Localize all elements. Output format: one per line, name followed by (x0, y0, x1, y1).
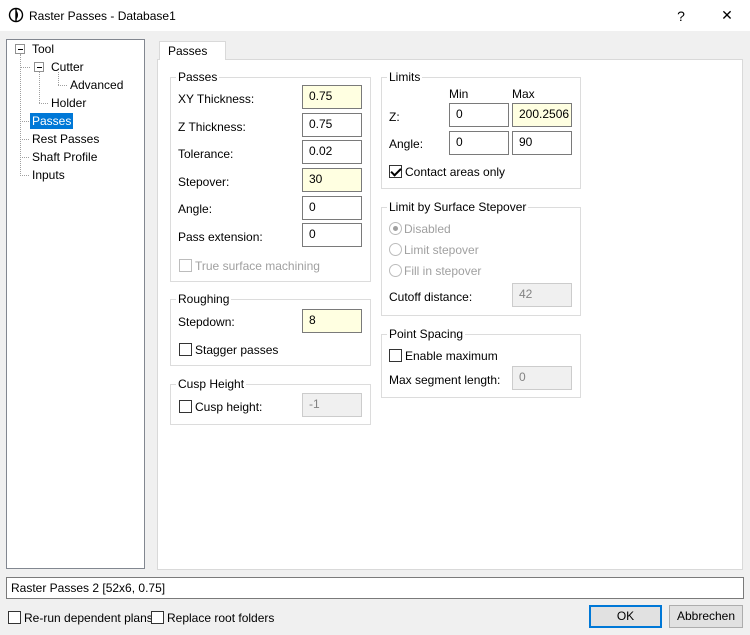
z-min-input[interactable]: 0 (449, 103, 509, 127)
tree-item-passes[interactable]: Passes (30, 113, 74, 129)
fill-stepover-label: Fill in stepover (404, 264, 482, 278)
cutoff-distance-label: Cutoff distance: (389, 290, 473, 304)
z-limit-label: Z: (389, 110, 400, 124)
tool-collapse-icon[interactable] (15, 44, 25, 54)
limit-stepover-radio[interactable] (389, 243, 402, 256)
tree-item-inputs[interactable]: Inputs (32, 168, 65, 182)
tree-line (20, 139, 29, 140)
z-thickness-input[interactable]: 0.75 (302, 113, 362, 137)
true-surface-label: True surface machining (195, 259, 320, 273)
angle-limit-label: Angle: (389, 137, 424, 151)
help-button[interactable]: ? (658, 0, 704, 31)
stepdown-input[interactable]: 8 (302, 309, 362, 333)
cancel-button[interactable]: Abbrechen (669, 605, 743, 628)
cutoff-distance-input[interactable]: 42 (512, 283, 572, 307)
max-header: Max (512, 87, 535, 101)
z-max-input[interactable]: 200.2506 (512, 103, 572, 127)
max-segment-label: Max segment length: (389, 373, 501, 387)
disabled-radio-label: Disabled (404, 222, 451, 236)
ok-button[interactable]: OK (589, 605, 662, 628)
cusp-height-input[interactable]: -1 (302, 393, 362, 417)
tree-line (20, 175, 29, 176)
xy-thickness-input[interactable]: 0.75 (302, 85, 362, 109)
limit-stepover-label: Limit stepover (404, 243, 479, 257)
angle-min-input[interactable]: 0 (449, 131, 509, 155)
min-header: Min (449, 87, 469, 101)
rerun-dependent-checkbox[interactable] (8, 611, 21, 624)
tree-item-cutter[interactable]: Cutter (51, 60, 84, 74)
roughing-group-title: Roughing (176, 292, 232, 306)
stagger-checkbox[interactable] (179, 343, 192, 356)
tolerance-label: Tolerance: (178, 147, 234, 161)
stagger-label: Stagger passes (195, 343, 279, 357)
tree-line (58, 85, 67, 86)
point-spacing-group-title: Point Spacing (387, 327, 466, 341)
pass-extension-input[interactable]: 0 (302, 223, 362, 247)
contact-areas-label: Contact areas only (405, 165, 506, 179)
angle-max-input[interactable]: 90 (512, 131, 572, 155)
cusp-height-checkbox[interactable] (179, 400, 192, 413)
rerun-dependent-label: Re-run dependent plans (24, 611, 153, 625)
cusp-height-group-title: Cusp Height (176, 377, 247, 391)
max-segment-input[interactable]: 0 (512, 366, 572, 390)
tree-line (20, 121, 29, 122)
z-thickness-label: Z Thickness: (178, 120, 246, 134)
status-field: Raster Passes 2 [52x6, 0.75] (6, 577, 744, 599)
replace-root-checkbox[interactable] (151, 611, 164, 624)
surface-stepover-group-title: Limit by Surface Stepover (387, 200, 529, 214)
tolerance-input[interactable]: 0.02 (302, 140, 362, 164)
cutter-collapse-icon[interactable] (34, 62, 44, 72)
navigation-tree[interactable] (6, 39, 145, 569)
help-icon: ? (677, 7, 685, 24)
stepdown-label: Stepdown: (178, 315, 235, 329)
cusp-height-label: Cusp height: (195, 400, 263, 414)
true-surface-checkbox[interactable] (179, 259, 192, 272)
close-button[interactable]: ✕ (704, 0, 750, 31)
disabled-radio[interactable] (389, 222, 402, 235)
tree-item-rest-passes[interactable]: Rest Passes (32, 132, 99, 146)
tree-item-holder[interactable]: Holder (51, 96, 86, 110)
tree-line (39, 72, 40, 103)
pass-extension-label: Pass extension: (178, 230, 263, 244)
app-icon (8, 7, 24, 23)
passes-group-title: Passes (176, 70, 220, 84)
tree-line (20, 67, 30, 68)
stepover-label: Stepover: (178, 175, 230, 189)
tree-line (20, 157, 29, 158)
angle-label: Angle: (178, 202, 213, 216)
replace-root-label: Replace root folders (167, 611, 275, 625)
enable-maximum-label: Enable maximum (405, 349, 498, 363)
tree-line (39, 103, 48, 104)
tree-item-tool[interactable]: Tool (32, 42, 54, 56)
close-icon: ✕ (721, 7, 733, 23)
fill-stepover-radio[interactable] (389, 264, 402, 277)
limits-group-title: Limits (387, 70, 423, 84)
tab-passes-label: Passes (168, 44, 208, 58)
xy-thickness-label: XY Thickness: (178, 92, 255, 106)
angle-input[interactable]: 0 (302, 196, 362, 220)
enable-maximum-checkbox[interactable] (389, 349, 402, 362)
window-title: Raster Passes - Database1 (29, 9, 176, 23)
tree-item-shaft-profile[interactable]: Shaft Profile (32, 150, 97, 164)
contact-areas-checkbox[interactable] (389, 165, 402, 178)
tree-item-advanced[interactable]: Advanced (70, 78, 123, 92)
stepover-input[interactable]: 30 (302, 168, 362, 192)
